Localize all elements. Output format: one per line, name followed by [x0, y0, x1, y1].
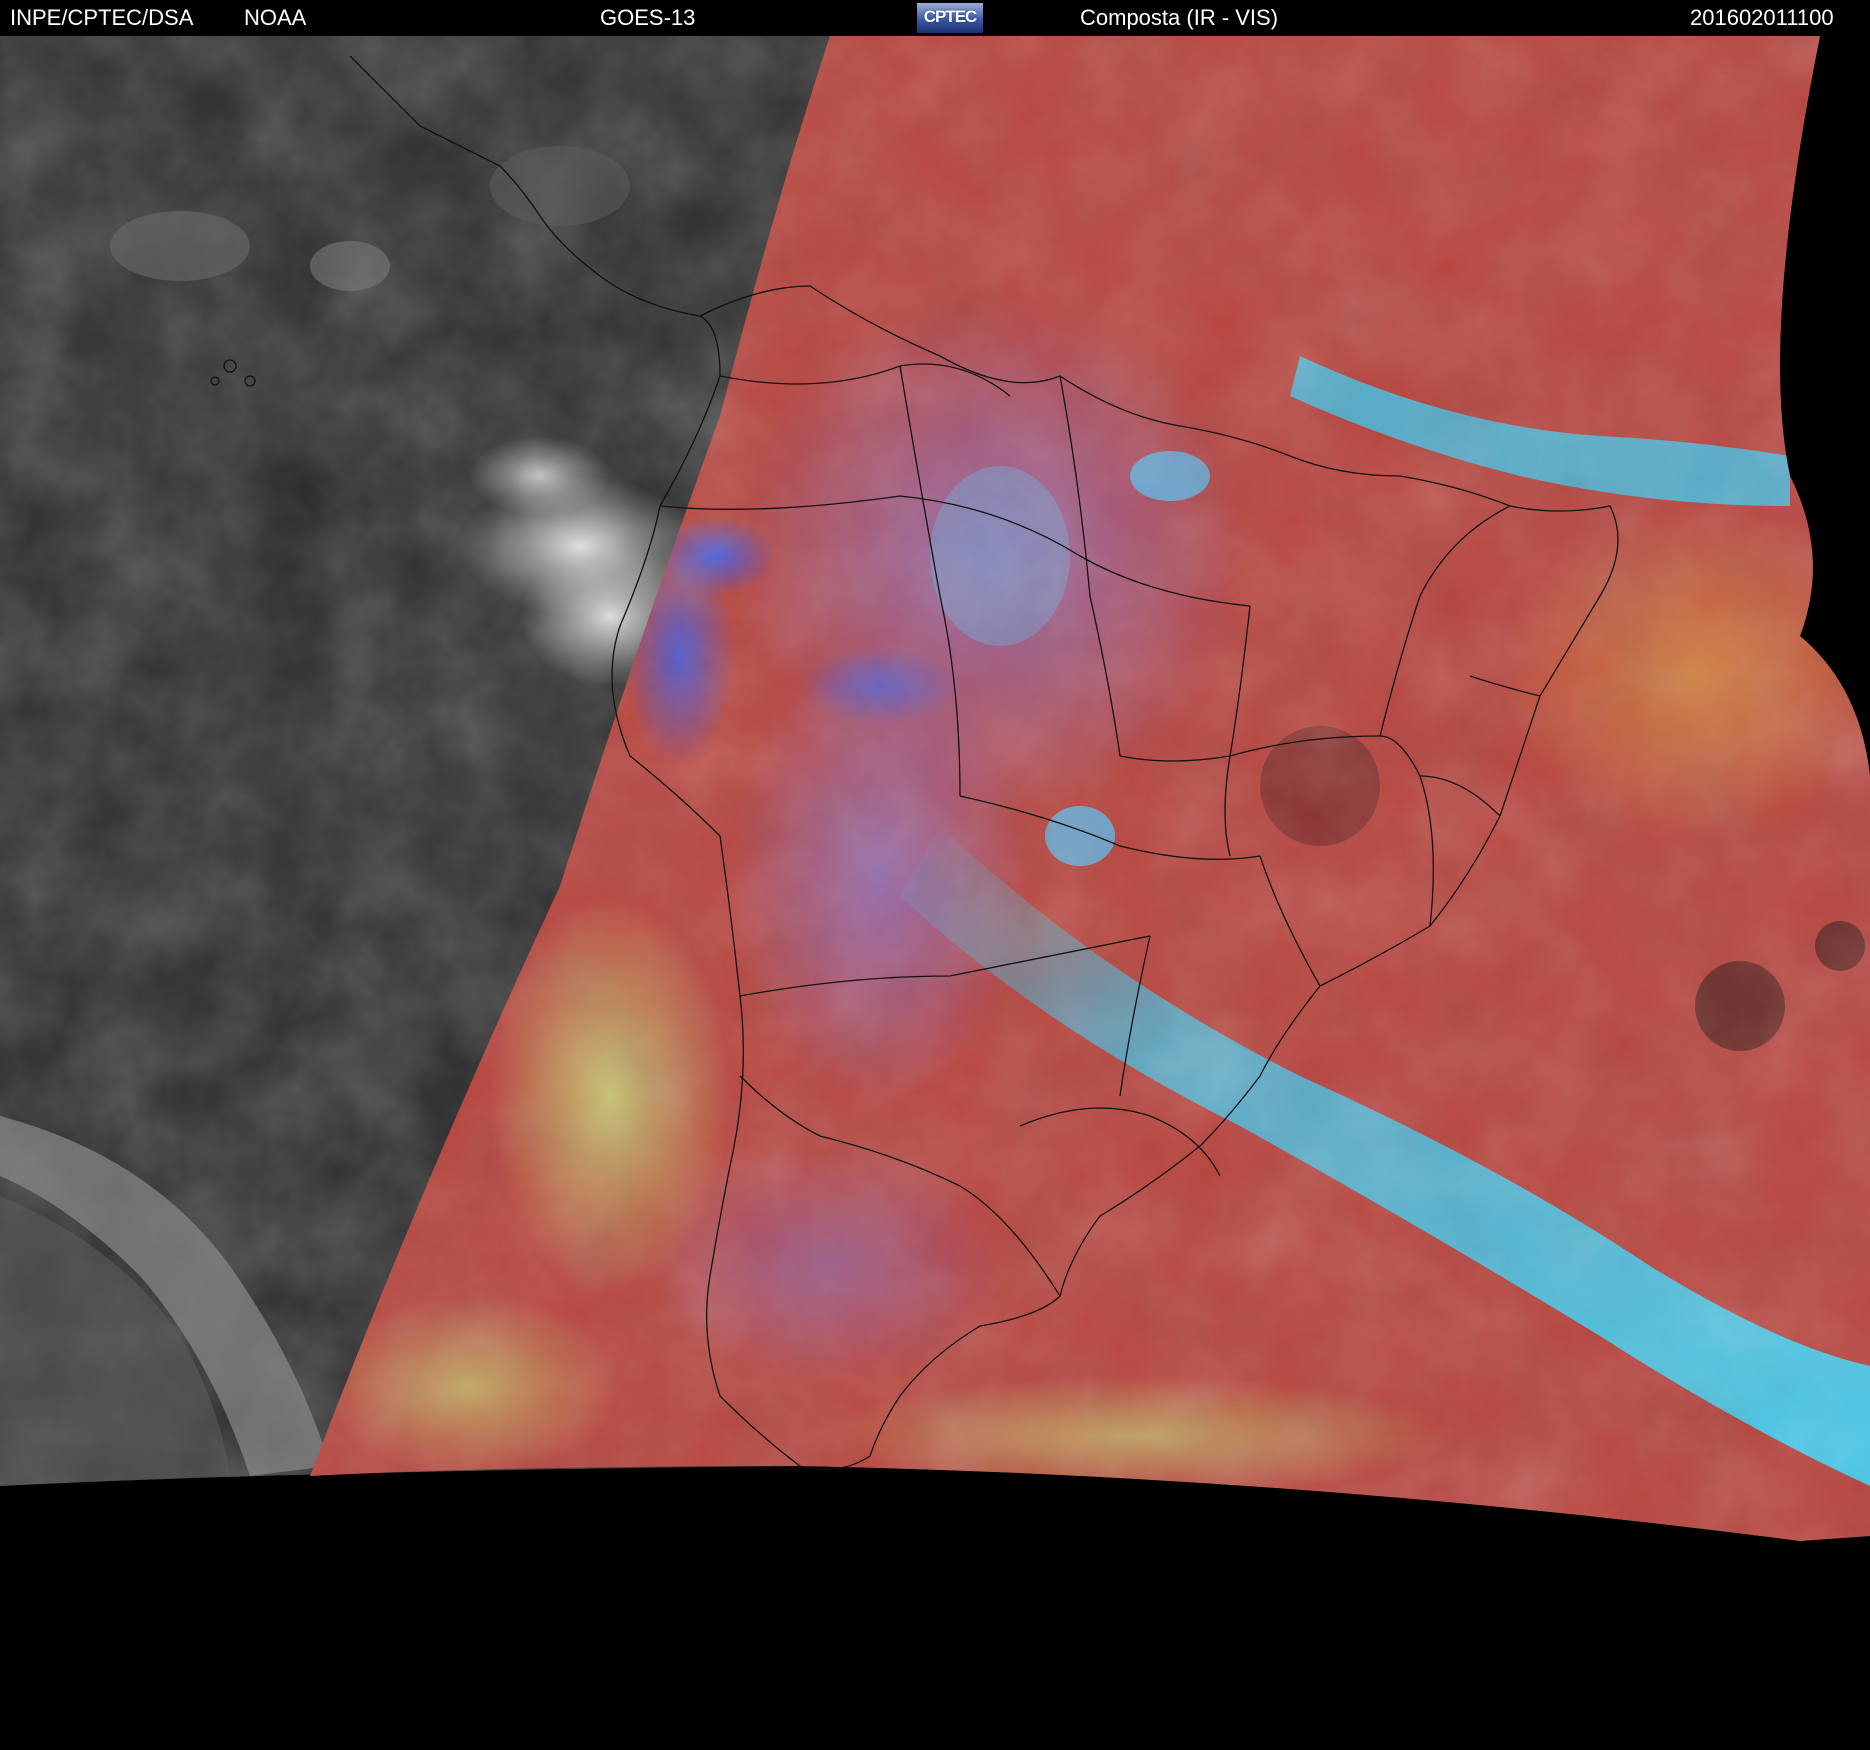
agency-label: NOAA — [244, 5, 307, 30]
cptec-logo-icon: CPTEC — [916, 2, 984, 34]
logo-text: CPTEC — [923, 7, 978, 26]
product-label: Composta (IR - VIS) — [1080, 5, 1279, 30]
header-bar: INPE/CPTEC/DSA NOAA GOES-13 CPTEC Compos… — [0, 0, 1870, 36]
institution-label: INPE/CPTEC/DSA — [10, 5, 194, 30]
timestamp-label: 201602011100 — [1690, 5, 1834, 30]
satellite-image — [0, 36, 1870, 1750]
satellite-label: GOES-13 — [600, 5, 696, 30]
satellite-composite-map — [0, 36, 1870, 1541]
